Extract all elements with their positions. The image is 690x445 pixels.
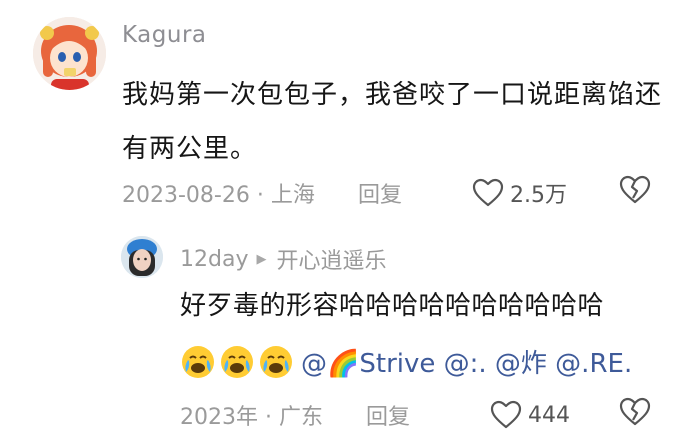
like-button[interactable]: 2.5万 [472,177,567,209]
comment-text: 我妈第一次包包子，我爸咬了一口说距离馅还有两公里。 [122,80,663,164]
heart-outline-icon [490,400,522,429]
play-triangle-icon: ▶ [256,251,267,267]
comment-meta: 2023-08-26 · 上海 回复 2.5万 [122,175,662,211]
reply-dislike-button[interactable] [619,397,651,433]
reply-to-username[interactable]: 开心逍遥乐 [276,243,386,275]
reply-like-button[interactable]: 444 [490,400,570,430]
dislike-button[interactable] [619,175,651,211]
reply-text-line2: @🌈Strive @:. @炸 @.RE. [180,343,632,380]
heart-outline-icon [472,178,504,207]
crying-laughing-face-icon [182,345,214,378]
reply-meta: 2023年 · 广东 回复 444 [180,397,660,433]
reply-text-line1: 好歹毒的形容哈哈哈哈哈哈哈哈哈哈 [180,291,605,321]
girl-blue-hat-avatar-icon [121,236,163,278]
reply-button[interactable]: 回复 [358,177,402,209]
reply-date-location: 2023年 · 广东 [180,405,323,430]
mention-list[interactable]: @🌈Strive @:. @炸 @.RE. [301,343,632,380]
comment-date-location: 2023-08-26 · 上海 [122,183,315,208]
anime-girl-avatar-icon [33,17,106,90]
commenter-username[interactable]: Kagura [122,22,207,48]
broken-heart-icon [619,397,651,426]
crying-laughing-face-icon [221,345,253,378]
reply-header: 12day ▶ 开心逍遥乐 [180,243,386,275]
broken-heart-icon [619,175,651,204]
crying-laughing-face-icon [260,345,292,378]
reply-reply-button[interactable]: 回复 [366,399,410,431]
like-count: 2.5万 [510,183,567,208]
replier-username[interactable]: 12day [180,247,248,272]
replier-avatar[interactable] [121,236,163,278]
reply-like-count: 444 [528,402,570,428]
commenter-avatar[interactable] [33,17,106,90]
